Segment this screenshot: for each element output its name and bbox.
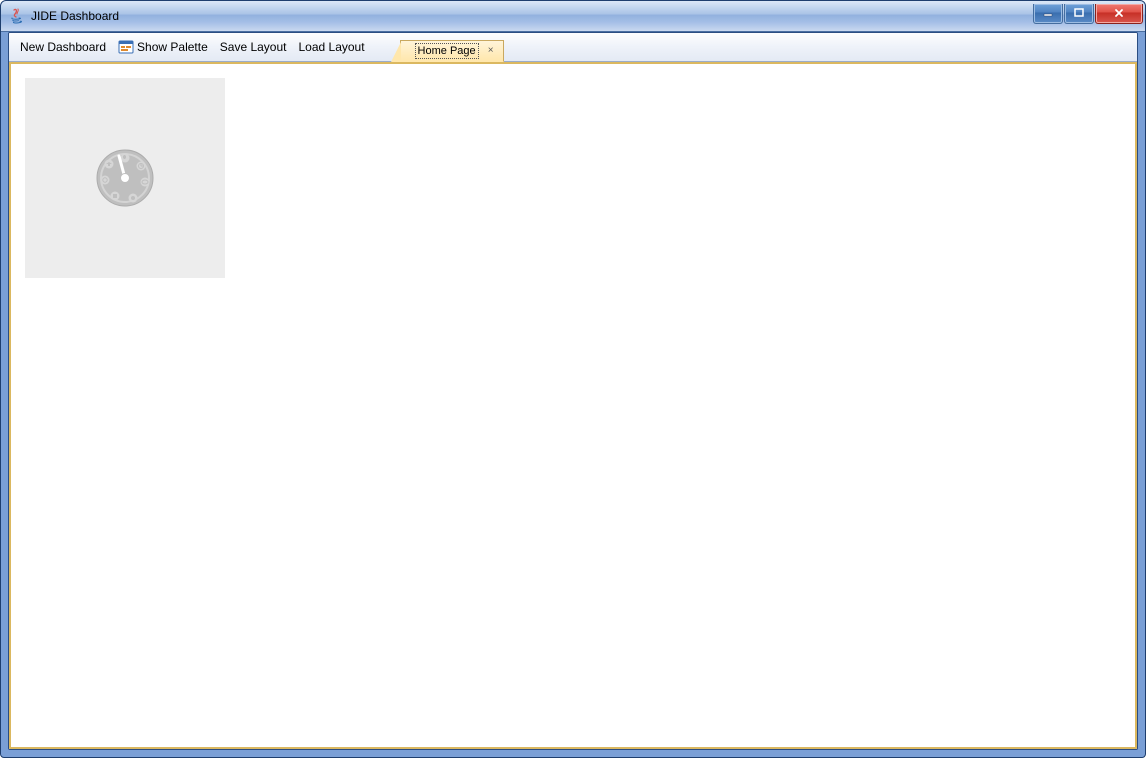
dashboard-gadget-icon (93, 146, 157, 210)
close-button[interactable] (1095, 4, 1143, 24)
show-palette-label: Show Palette (137, 40, 208, 54)
gadget-placeholder[interactable] (25, 78, 225, 278)
load-layout-label: Load Layout (298, 40, 364, 54)
client-area: New Dashboard Show Palette Save Layout (8, 32, 1138, 750)
maximize-button[interactable] (1064, 4, 1094, 24)
load-layout-button[interactable]: Load Layout (293, 37, 369, 57)
show-palette-button[interactable]: Show Palette (113, 36, 213, 58)
save-layout-button[interactable]: Save Layout (215, 37, 292, 57)
toolbar: New Dashboard Show Palette Save Layout (9, 33, 1137, 62)
window-title: JIDE Dashboard (31, 9, 1033, 23)
title-bar[interactable]: JIDE Dashboard (1, 1, 1145, 32)
palette-icon (118, 39, 134, 55)
tab-close-icon[interactable]: × (485, 45, 497, 57)
tab-home-page-label: Home Page (415, 43, 479, 59)
tab-home-page[interactable]: Home Page × (400, 40, 504, 62)
java-icon (9, 8, 25, 24)
tab-strip: Home Page × (400, 33, 504, 61)
dashboard-page[interactable] (9, 62, 1137, 749)
save-layout-label: Save Layout (220, 40, 287, 54)
minimize-button[interactable] (1033, 4, 1063, 24)
new-dashboard-button[interactable]: New Dashboard (15, 37, 111, 57)
window-controls (1033, 4, 1143, 24)
new-dashboard-label: New Dashboard (20, 40, 106, 54)
application-window: JIDE Dashboard New Dashboard (0, 0, 1146, 758)
